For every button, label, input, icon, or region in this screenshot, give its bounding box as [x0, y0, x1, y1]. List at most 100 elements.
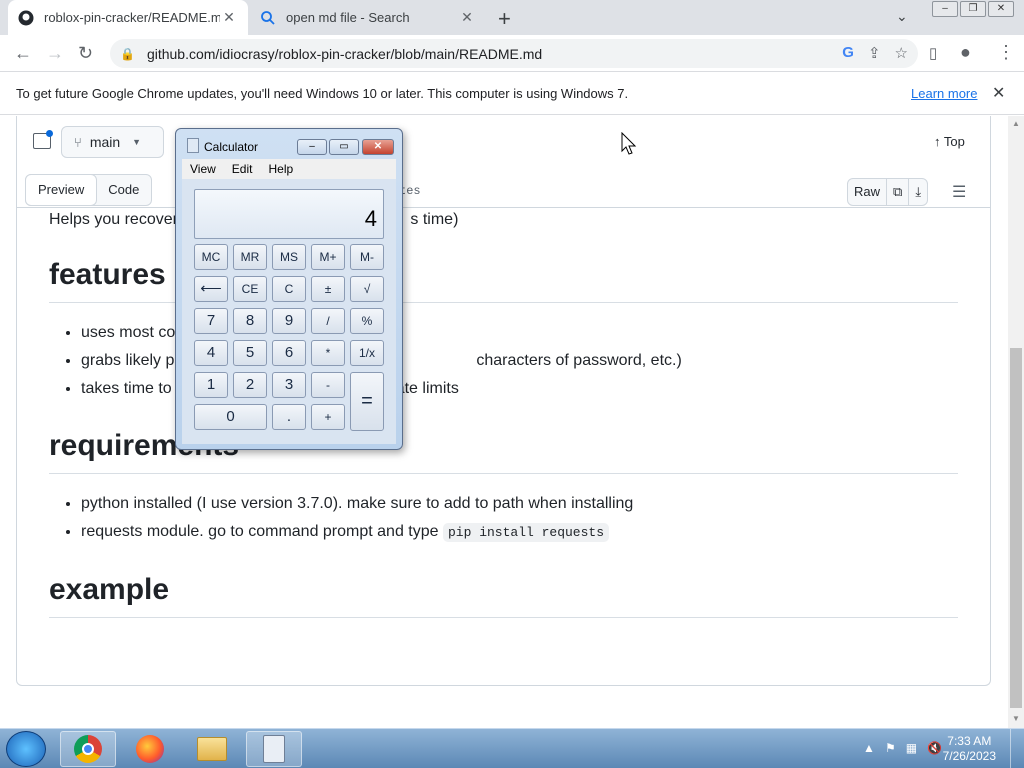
- key-multiply[interactable]: *: [311, 340, 345, 366]
- key-decimal[interactable]: .: [272, 404, 306, 430]
- folder-icon: [197, 737, 227, 761]
- show-desktop-button[interactable]: [1010, 729, 1024, 768]
- download-icon[interactable]: ⤓: [909, 179, 927, 205]
- taskbar-firefox[interactable]: [122, 731, 178, 767]
- tab-readme[interactable]: roblox-pin-cracker/README.md ✕: [8, 0, 248, 35]
- key-c[interactable]: C: [272, 276, 306, 302]
- back-arrow-icon[interactable]: ←: [14, 43, 32, 64]
- pip-command: pip install requests: [442, 523, 610, 542]
- reload-icon[interactable]: ↻: [78, 43, 93, 64]
- outline-list-icon[interactable]: ☰: [952, 182, 966, 202]
- scroll-thumb[interactable]: [1010, 348, 1022, 708]
- list-item-text: uses most co: [81, 324, 176, 341]
- scroll-up-icon[interactable]: ▲: [1012, 119, 1020, 128]
- key-9[interactable]: 9: [272, 308, 306, 334]
- system-tray: ▲ ⚑ ▦ 🔇: [863, 741, 942, 755]
- branch-select-button[interactable]: ⑂ main ▼: [61, 126, 164, 158]
- menu-kebab-icon[interactable]: ⋮: [997, 42, 1015, 63]
- share-icon[interactable]: ⇪: [868, 44, 881, 62]
- requirements-list: python installed (I use version 3.7.0). …: [81, 490, 958, 547]
- key-mr[interactable]: MR: [233, 244, 267, 270]
- new-tab-button[interactable]: +: [498, 6, 511, 32]
- taskbar-explorer[interactable]: [184, 731, 240, 767]
- tab-title: open md file - Search: [286, 10, 410, 25]
- calc-minimize-button[interactable]: –: [297, 139, 327, 155]
- key-backspace[interactable]: ⟵: [194, 276, 228, 302]
- close-infobar-icon[interactable]: ✕: [992, 83, 1005, 103]
- calculator-app-icon: [187, 138, 199, 153]
- url-text: github.com/idiocrasy/roblox-pin-cracker/…: [146, 45, 543, 62]
- key-1[interactable]: 1: [194, 372, 228, 398]
- side-panel-icon[interactable]: ▯: [929, 44, 937, 62]
- tab-preview[interactable]: Preview: [25, 174, 98, 206]
- caret-down-icon: ▼: [132, 137, 142, 147]
- close-tab-icon[interactable]: ✕: [458, 9, 476, 26]
- list-item-text: takes time to: [81, 380, 172, 397]
- calculator-title: Calculator: [204, 140, 259, 154]
- key-7[interactable]: 7: [194, 308, 228, 334]
- key-divide[interactable]: /: [311, 308, 345, 334]
- calc-maximize-button[interactable]: ▭: [329, 139, 359, 155]
- menu-edit[interactable]: Edit: [224, 159, 261, 179]
- close-window-button[interactable]: ✕: [988, 1, 1014, 17]
- forward-arrow-icon[interactable]: →: [46, 43, 64, 64]
- minimize-button[interactable]: –: [932, 1, 958, 17]
- tab-search-chevron-icon[interactable]: ⌄: [896, 8, 908, 25]
- close-tab-icon[interactable]: ✕: [220, 9, 238, 26]
- scroll-down-icon[interactable]: ▼: [1012, 714, 1020, 723]
- key-reciprocal[interactable]: 1/x: [350, 340, 384, 366]
- network-icon[interactable]: ▦: [906, 741, 917, 755]
- key-8[interactable]: 8: [233, 308, 267, 334]
- start-button[interactable]: [6, 731, 46, 767]
- raw-button[interactable]: Raw: [848, 179, 888, 205]
- tab-search[interactable]: open md file - Search ✕: [250, 0, 486, 35]
- bookmark-star-icon[interactable]: ☆: [895, 44, 908, 62]
- key-0[interactable]: 0: [194, 404, 267, 430]
- show-hidden-icons-icon[interactable]: ▲: [863, 741, 875, 755]
- calc-close-button[interactable]: ✕: [362, 139, 394, 155]
- key-6[interactable]: 6: [272, 340, 306, 366]
- learn-more-link[interactable]: Learn more: [911, 86, 977, 101]
- list-item-text: requests module. go to command prompt an…: [81, 523, 443, 540]
- taskbar-calculator[interactable]: [246, 731, 302, 767]
- menu-help[interactable]: Help: [260, 159, 301, 179]
- key-sqrt[interactable]: √: [350, 276, 384, 302]
- example-heading: example: [49, 569, 958, 618]
- tab-title: roblox-pin-cracker/README.md: [44, 10, 220, 25]
- key-mplus[interactable]: M+: [311, 244, 345, 270]
- github-icon: [18, 10, 34, 25]
- key-equals[interactable]: =: [350, 372, 384, 431]
- top-link[interactable]: ↑ Top: [934, 134, 965, 149]
- google-icon[interactable]: G: [842, 44, 854, 62]
- clock-time: 7:33 AM: [947, 734, 992, 748]
- key-subtract[interactable]: -: [311, 372, 345, 398]
- address-bar[interactable]: 🔒 github.com/idiocrasy/roblox-pin-cracke…: [110, 39, 918, 68]
- taskbar-clock[interactable]: 7:33 AM 7/26/2023: [943, 734, 996, 764]
- volume-muted-icon[interactable]: 🔇: [927, 741, 942, 755]
- menu-view[interactable]: View: [182, 159, 224, 179]
- restore-button[interactable]: ❐: [960, 1, 986, 17]
- key-plusminus[interactable]: ±: [311, 276, 345, 302]
- vertical-scrollbar[interactable]: ▲ ▼: [1008, 116, 1024, 728]
- key-ce[interactable]: CE: [233, 276, 267, 302]
- key-5[interactable]: 5: [233, 340, 267, 366]
- calc-menubar: View Edit Help: [182, 159, 396, 179]
- omnibox-actions: G ⇪ ☆: [842, 44, 908, 62]
- tab-code[interactable]: Code: [96, 175, 151, 205]
- key-ms[interactable]: MS: [272, 244, 306, 270]
- key-mminus[interactable]: M-: [350, 244, 384, 270]
- copy-icon[interactable]: ⧉: [887, 179, 910, 205]
- list-item-tail: characters of password, etc.): [476, 352, 682, 369]
- key-mc[interactable]: MC: [194, 244, 228, 270]
- key-4[interactable]: 4: [194, 340, 228, 366]
- key-2[interactable]: 2: [233, 372, 267, 398]
- action-center-flag-icon[interactable]: ⚑: [885, 741, 896, 755]
- clock-date: 7/26/2023: [942, 749, 996, 763]
- key-add[interactable]: +: [311, 404, 345, 430]
- tab-strip: roblox-pin-cracker/README.md ✕ open md f…: [0, 0, 1024, 35]
- profile-avatar-icon[interactable]: ●: [960, 42, 971, 63]
- key-percent[interactable]: %: [350, 308, 384, 334]
- key-3[interactable]: 3: [272, 372, 306, 398]
- taskbar-chrome[interactable]: [60, 731, 116, 767]
- mouse-cursor-icon: [621, 132, 637, 155]
